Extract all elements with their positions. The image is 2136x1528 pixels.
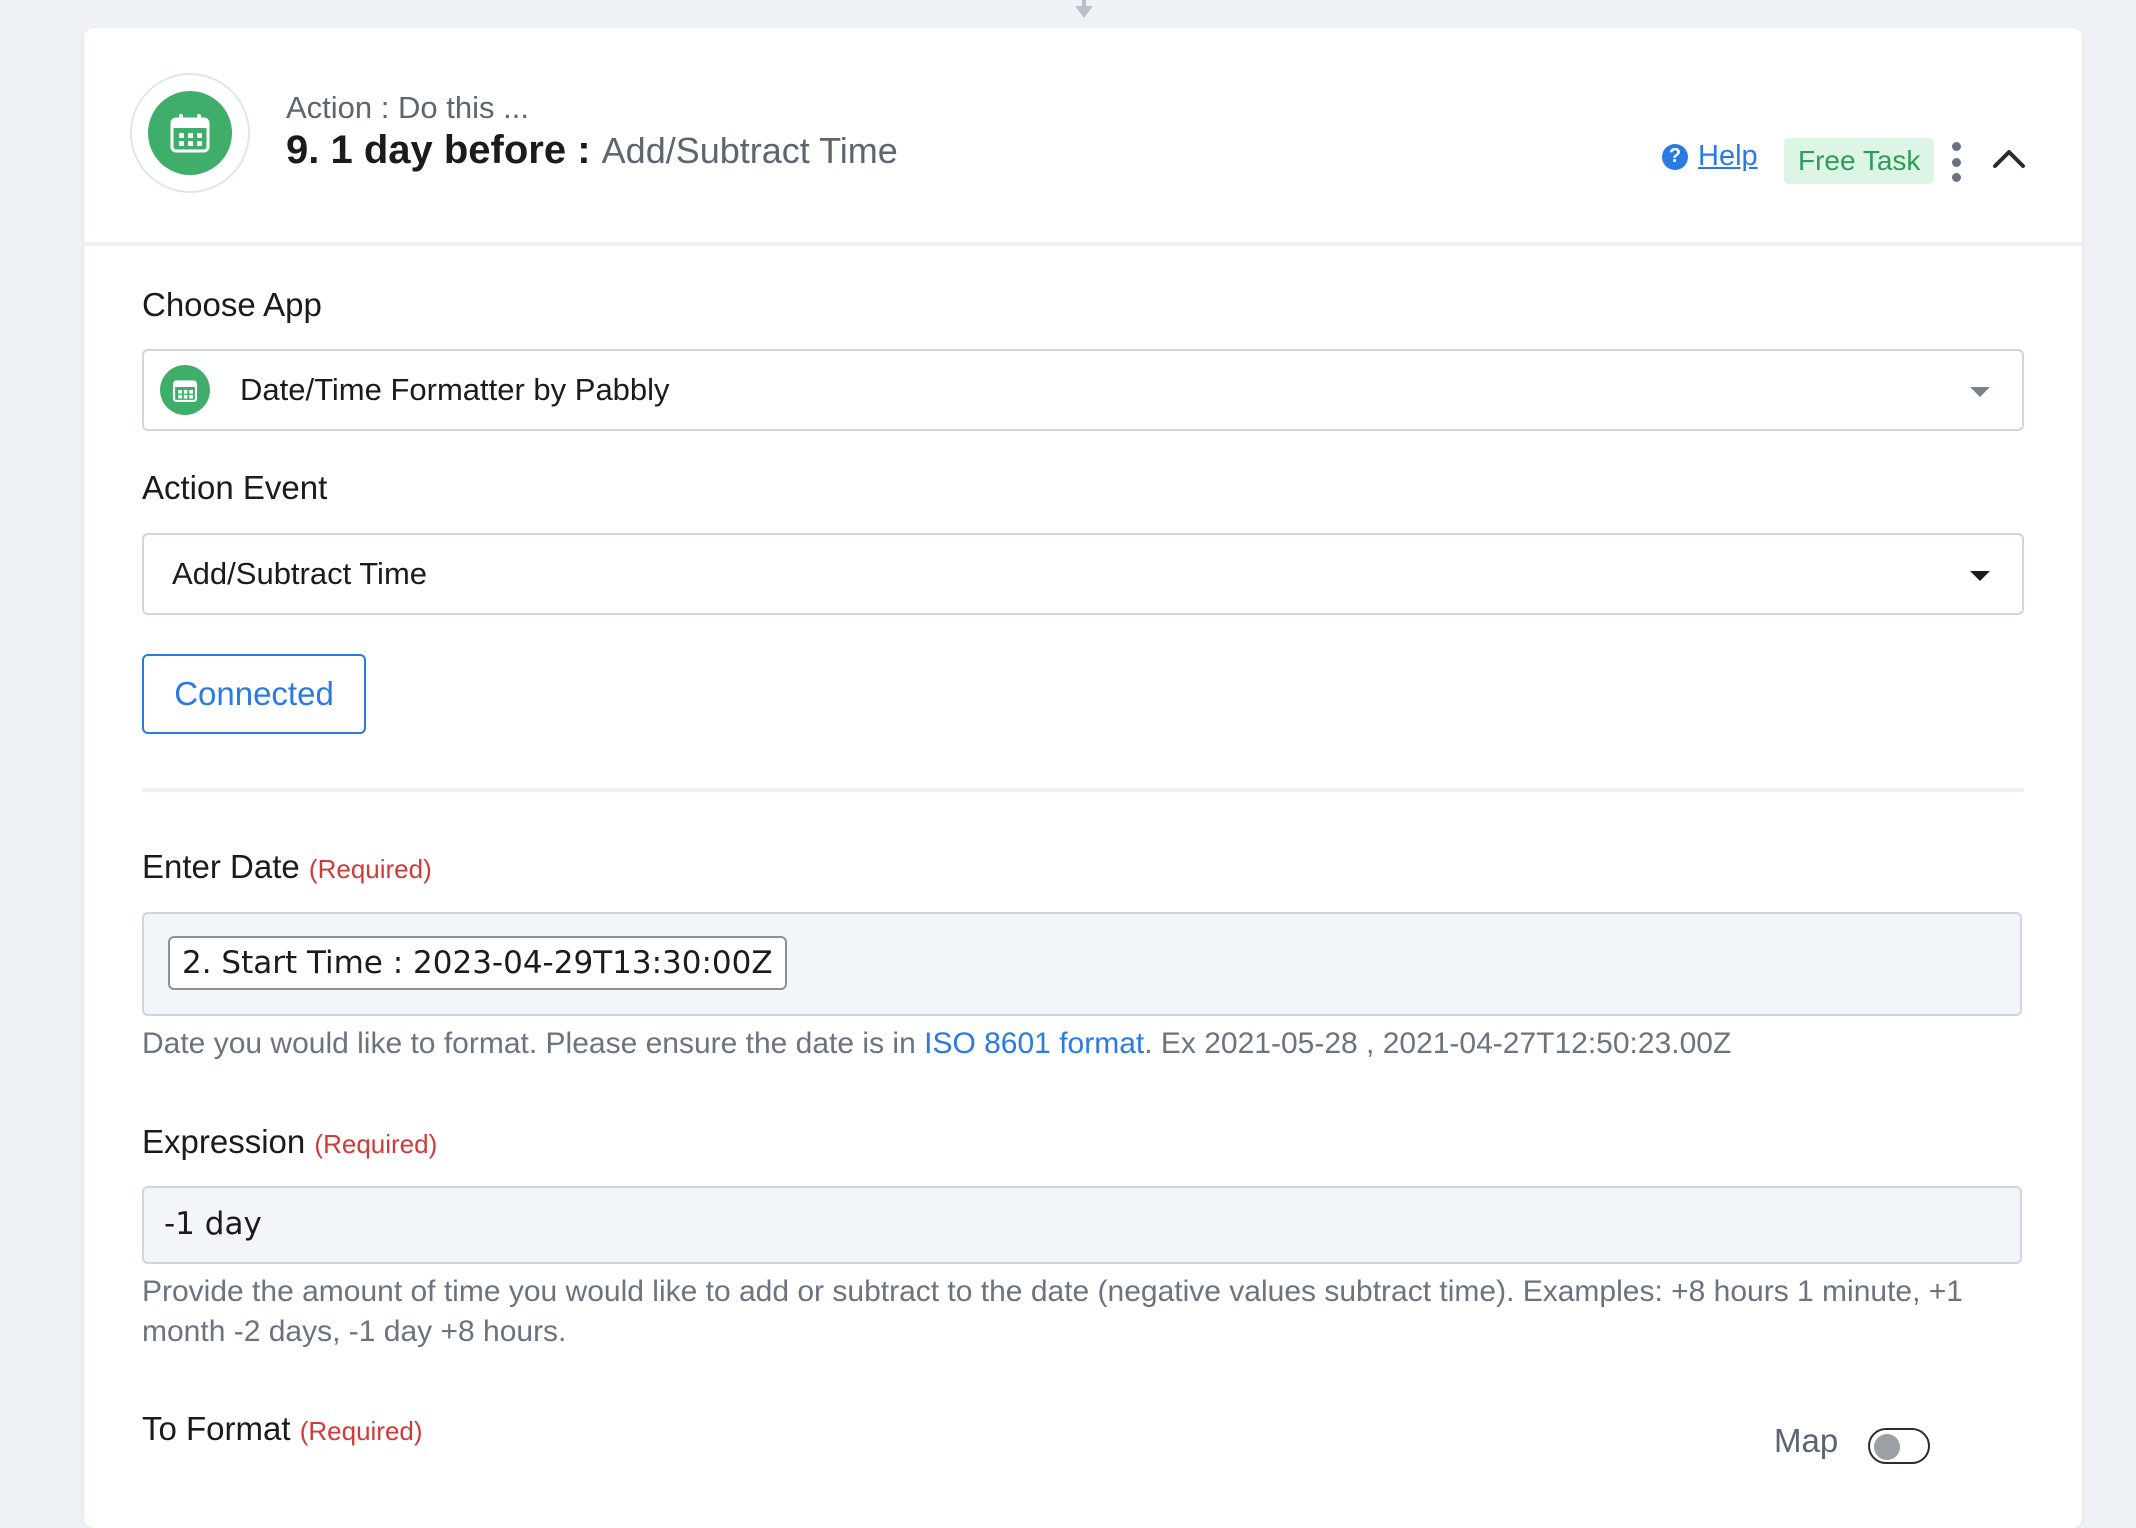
step-header[interactable]: Action : Do this ... 9. 1 day before : A… bbox=[84, 28, 2082, 246]
expression-help: Provide the amount of time you would lik… bbox=[142, 1275, 1963, 1348]
choose-app-label: Choose App bbox=[142, 286, 322, 323]
expression-label-text: Expression bbox=[142, 1123, 306, 1160]
expression-input[interactable]: -1 day bbox=[142, 1186, 2022, 1264]
to-format-label-text: To Format bbox=[142, 1410, 291, 1447]
step-name: 9. 1 day before : bbox=[286, 128, 602, 172]
step-title: 9. 1 day before : Add/Subtract Time bbox=[286, 128, 898, 173]
expression-label: Expression (Required) bbox=[142, 1123, 437, 1161]
step-event-name: Add/Subtract Time bbox=[601, 130, 898, 171]
choose-app-select[interactable]: Date/Time Formatter by Pabbly bbox=[142, 349, 2024, 431]
action-event-label: Action Event bbox=[142, 469, 328, 506]
chevron-down-icon bbox=[1970, 571, 1990, 581]
enter-date-label-text: Enter Date bbox=[142, 848, 300, 885]
choose-app-value: Date/Time Formatter by Pabbly bbox=[240, 372, 670, 407]
connected-button[interactable]: Connected bbox=[142, 654, 366, 734]
map-toggle[interactable] bbox=[1868, 1428, 1930, 1464]
enter-date-label: Enter Date (Required) bbox=[142, 848, 432, 886]
enter-date-field[interactable]: 2. Start Time : 2023-04-29T13:30:00Z bbox=[142, 912, 2022, 1016]
enter-date-help: Date you would like to format. Please en… bbox=[142, 1024, 2022, 1064]
required-marker: (Required) bbox=[299, 1416, 423, 1446]
action-step-card: Action : Do this ... 9. 1 day before : A… bbox=[84, 28, 2082, 1528]
enter-date-help-text: Date you would like to format. Please en… bbox=[142, 1027, 925, 1060]
action-event-select[interactable]: Add/Subtract Time bbox=[142, 533, 2024, 615]
question-circle-icon: ? bbox=[1662, 143, 1688, 170]
free-task-badge: Free Task bbox=[1784, 138, 1935, 184]
kebab-menu-icon[interactable] bbox=[1948, 142, 1964, 182]
help-label: Help bbox=[1698, 140, 1758, 172]
expression-value: -1 day bbox=[164, 1206, 262, 1242]
help-link[interactable]: ? Help bbox=[1662, 140, 1758, 173]
connector-arrow-down-icon bbox=[1075, 0, 1093, 18]
calendar-icon bbox=[148, 91, 232, 175]
enter-date-help-example: . Ex 2021-05-28 , 2021-04-27T12:50:23.00… bbox=[1144, 1027, 1732, 1060]
section-divider bbox=[142, 788, 2024, 792]
chevron-down-icon bbox=[1970, 387, 1990, 397]
required-marker: (Required) bbox=[314, 1129, 438, 1159]
map-toggle-label: Map bbox=[1774, 1422, 1839, 1459]
calendar-icon bbox=[160, 365, 210, 415]
mapped-field-token[interactable]: 2. Start Time : 2023-04-29T13:30:00Z bbox=[168, 936, 787, 990]
to-format-label: To Format (Required) bbox=[142, 1410, 423, 1448]
chevron-up-icon[interactable] bbox=[1992, 146, 2026, 170]
required-marker: (Required) bbox=[308, 854, 432, 884]
iso-8601-link[interactable]: ISO 8601 format bbox=[924, 1027, 1144, 1060]
action-event-value: Add/Subtract Time bbox=[172, 556, 428, 591]
toggle-knob bbox=[1874, 1434, 1900, 1460]
step-subtitle: Action : Do this ... bbox=[286, 90, 529, 125]
app-icon-ring bbox=[130, 73, 250, 193]
